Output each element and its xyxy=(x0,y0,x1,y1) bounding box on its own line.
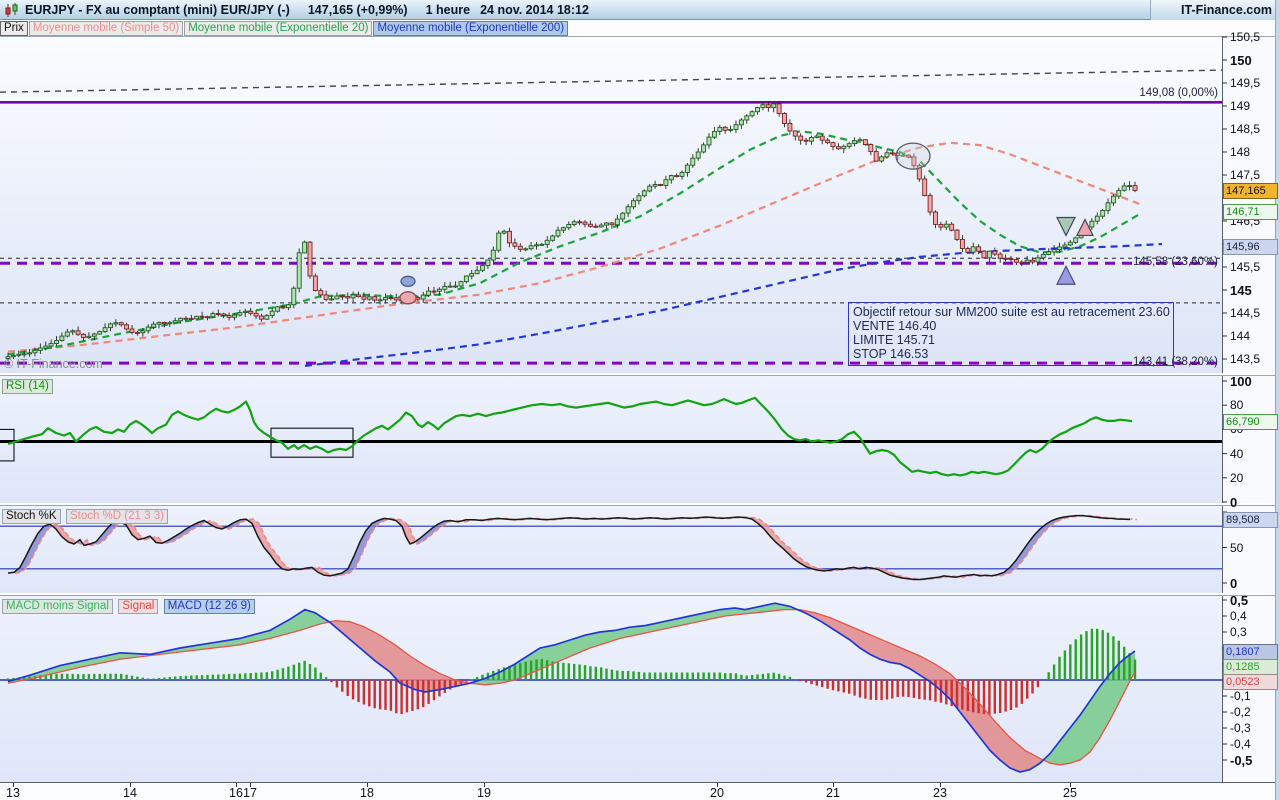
stoch-legend-row: Stoch %K Stoch %D (21 3 3) xyxy=(2,506,169,524)
brand-label: IT-Finance.com xyxy=(1181,2,1272,17)
time-axis-label: 25 xyxy=(1063,786,1077,800)
marker-ellipse-blue[interactable] xyxy=(400,275,416,287)
stoch-d-legend[interactable]: Stoch %D (21 3 3) xyxy=(65,509,168,524)
price-axis-label: 150 xyxy=(1230,53,1252,68)
value-box-rsi: 66,790 xyxy=(1223,414,1278,431)
value-box-stoch: 89,508 xyxy=(1223,512,1278,529)
rsi-legend-row: RSI (14) xyxy=(2,376,54,394)
legend-prix[interactable]: Prix xyxy=(0,20,28,36)
macd-axis-label: 0,5 xyxy=(1230,593,1249,608)
price-axis-label: 144 xyxy=(1230,329,1251,343)
price-axis-label: 149,5 xyxy=(1230,76,1261,90)
price-axis-label: 143,5 xyxy=(1230,352,1261,366)
rsi-legend[interactable]: RSI (14) xyxy=(2,379,53,394)
rsi-axis-label: 100 xyxy=(1230,374,1252,389)
value-box-macd-hist: 0,1285 xyxy=(1223,659,1278,676)
value-box-macd-signal: 0,0523 xyxy=(1223,674,1278,691)
time-axis-label: 21 xyxy=(826,786,840,800)
trade-annotation-box[interactable]: Objectif retour sur MM200 suite est au r… xyxy=(848,302,1174,366)
rsi-axis-label: 20 xyxy=(1230,470,1244,485)
time-axis-label: 13 xyxy=(6,786,20,800)
macd-legend[interactable]: MACD (12 26 9) xyxy=(163,599,255,614)
price-legend-row: Prix Moyenne mobile (Simple 50) Moyenne … xyxy=(0,20,1280,36)
last-quote: 147,165 (+0,99%) xyxy=(307,2,408,17)
price-axis-label: 150,5 xyxy=(1230,30,1261,44)
macd-axis-label: -0,3 xyxy=(1230,721,1251,735)
watermark: © IT-Finance.com xyxy=(4,357,103,371)
stoch-k-legend[interactable]: Stoch %K xyxy=(2,509,61,524)
macd-axis-label: 0,4 xyxy=(1230,609,1247,623)
candlestick-icon xyxy=(4,2,19,18)
time-axis-label: 14 xyxy=(123,786,137,800)
annotation-line: LIMITE 145.71 xyxy=(853,333,935,347)
time-axis[interactable]: 13 14 16 17 18 19 20 21 23 25 xyxy=(0,782,1280,800)
annotation-line: VENTE 146.40 xyxy=(853,319,937,333)
price-axis-label: 144,5 xyxy=(1230,306,1261,320)
timeframe[interactable]: 1 heure xyxy=(426,3,470,17)
stoch-panel-plot[interactable] xyxy=(0,505,1280,593)
price-axis-label: 145 xyxy=(1230,283,1252,298)
fib-level-label: 145,58 (23,60%) xyxy=(1132,256,1218,269)
time-axis-label: 20 xyxy=(710,786,724,800)
instrument-title: EURJPY - FX au comptant (mini) EUR/JPY (… xyxy=(25,2,290,17)
last-update-datetime: 24 nov. 2014 18:12 xyxy=(480,2,589,17)
time-axis-label: 18 xyxy=(360,786,374,800)
price-axis-label: 145,5 xyxy=(1230,260,1261,274)
macd-axis-label: -0,1 xyxy=(1230,689,1251,703)
title-bar: EURJPY - FX au comptant (mini) EUR/JPY (… xyxy=(0,0,1280,20)
price-axis-label: 148,5 xyxy=(1230,122,1261,136)
macd-legend-row: MACD moins Signal Signal MACD (12 26 9) xyxy=(2,596,256,614)
fib-level-label: 143,41 (38,20%) xyxy=(1132,356,1218,369)
value-box-ema200: 145,96 xyxy=(1223,238,1278,255)
value-box-macd: 0,1807 xyxy=(1223,644,1278,661)
macd-axis-label: -0,2 xyxy=(1230,705,1251,719)
stoch-axis-label: 0 xyxy=(1230,576,1238,591)
price-axis-label: 149 xyxy=(1230,99,1251,113)
annotation-line: STOP 146.53 xyxy=(853,347,929,361)
rsi-axis-label: 40 xyxy=(1230,446,1244,461)
price-axis-label: 147,5 xyxy=(1230,168,1261,182)
trading-chart-window: EURJPY - FX au comptant (mini) EUR/JPY (… xyxy=(0,0,1280,800)
macd-axis-label: -0,4 xyxy=(1230,737,1251,751)
price-axis-label: 148 xyxy=(1230,145,1251,159)
stoch-axis-label: 50 xyxy=(1230,540,1244,555)
macd-hist-legend[interactable]: MACD moins Signal xyxy=(2,599,113,614)
brand-panel: IT-Finance.com xyxy=(1150,0,1280,20)
time-axis-label: 19 xyxy=(477,786,491,800)
macd-panel-plot[interactable] xyxy=(0,595,1280,782)
rsi-axis-label: 0 xyxy=(1230,495,1238,510)
rsi-axis-label: 80 xyxy=(1230,398,1244,413)
value-box-ema20: 146,71 xyxy=(1223,204,1278,221)
marker-ellipse-pink[interactable] xyxy=(399,291,417,305)
time-axis-label: 17 xyxy=(243,786,257,800)
legend-sma50[interactable]: Moyenne mobile (Simple 50) xyxy=(28,20,184,36)
highlight-ellipse-top[interactable] xyxy=(895,142,931,170)
annotation-line: Objectif retour sur MM200 suite est au r… xyxy=(853,305,1170,319)
value-box-last-price: 147,165 xyxy=(1223,183,1278,200)
macd-axis-label: -0,5 xyxy=(1230,753,1253,768)
fib-level-label: 149,08 (0,00%) xyxy=(1139,87,1218,100)
macd-axis-label: 0,3 xyxy=(1230,625,1247,639)
rsi-panel-plot[interactable] xyxy=(0,375,1280,503)
legend-ema200[interactable]: Moyenne mobile (Exponentielle 200) xyxy=(373,20,569,36)
time-axis-label: 23 xyxy=(933,786,947,800)
legend-ema20[interactable]: Moyenne mobile (Exponentielle 20) xyxy=(184,20,373,36)
macd-signal-legend[interactable]: Signal xyxy=(118,599,159,614)
